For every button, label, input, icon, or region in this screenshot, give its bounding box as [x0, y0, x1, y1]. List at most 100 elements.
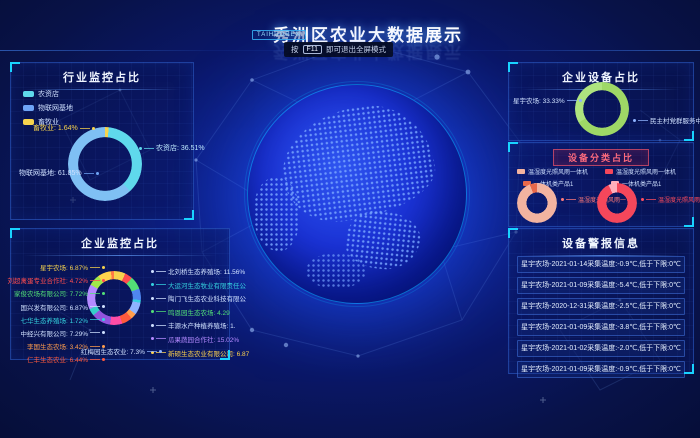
- callout-dot: [102, 318, 105, 321]
- legend-swatch: [605, 169, 613, 174]
- callout-label: 大运河生态牧业有限责任公: [151, 280, 246, 290]
- callout-dot: [102, 358, 105, 361]
- callout-text: 丰源水产种植养殖场: 1.: [168, 320, 236, 330]
- panel-title-box: 设备分类占比: [509, 148, 693, 166]
- legend-swatch: [517, 169, 525, 174]
- callout-label: 农资店: 36.51%: [139, 143, 205, 153]
- callout-text: 物联网基地: 61.85%: [19, 168, 82, 178]
- callout-line: [84, 173, 94, 174]
- callout-line: [90, 359, 100, 360]
- callout-label: 陶门飞生态农业科技有限公: [151, 293, 246, 303]
- callout-text: 红梅园生态农业: 7.3%: [81, 346, 145, 356]
- panel-title: 行业监控占比: [11, 63, 193, 85]
- legend-item[interactable]: 温湿度光照风雨一体机: [517, 167, 588, 176]
- callout-text: 瓜果蔬园合作社: 15.02%: [168, 334, 239, 344]
- callout-label: 家俊农场有限公司: 7.72%: [14, 288, 105, 298]
- callout-dot: [579, 99, 582, 102]
- hint-prefix: 按: [291, 44, 299, 55]
- legend-label: 温湿度光照风雨一体机: [616, 167, 676, 176]
- callout-dot: [102, 331, 105, 334]
- callout-dot: [633, 119, 636, 122]
- callout-dot: [151, 283, 154, 286]
- callout-label: 物联网基地: 61.85%: [19, 168, 99, 178]
- callout-text: 新硕生态农业有限公司: 6.87: [168, 348, 249, 358]
- callout-line: [144, 148, 154, 149]
- callout-dot: [102, 266, 105, 269]
- callout-line: [156, 311, 166, 312]
- panel-equipment-ratio: 企业设备占比 星宇农场: 33.33% 民主村党群服务中心:: [508, 62, 694, 141]
- callout-line: [90, 280, 100, 281]
- callout-text: 七华生态养殖场: 1.72%: [20, 315, 88, 325]
- callout-dot: [102, 305, 105, 308]
- callout-label: 畜牧业: 1.64%: [33, 123, 95, 133]
- callout-label: 星宇农场: 33.33%: [513, 95, 582, 105]
- panel-industry-monitor: 行业监控占比 农资店 物联网基地 畜牧业 畜牧业: 1.64% 农资店: 36.…: [10, 62, 194, 220]
- equipment-donut-chart[interactable]: [575, 82, 629, 136]
- globe-continent-dots: [306, 253, 366, 289]
- legend-swatch: [23, 105, 34, 111]
- callout-text: 温湿度光照风雨: [658, 195, 700, 204]
- callout-text: 鸣恩园生态农场: 4.29: [168, 307, 230, 317]
- callout-text: 大运河生态牧业有限责任公: [168, 280, 246, 290]
- callout-text: 民主村党群服务中心:: [650, 115, 700, 125]
- callout-dot: [102, 279, 105, 282]
- callout-label: 民主村党群服务中心:: [633, 115, 700, 125]
- callout-text: 陶门飞生态农业科技有限公: [168, 293, 246, 303]
- alarm-row[interactable]: 星宇农场-2021-01-09采集温度:-0.9℃,低于下限:0℃: [517, 361, 685, 378]
- callout-label: 北刘桥生态养殖场: 11.56%: [151, 266, 245, 276]
- callout-label: 刘超禽蛋专业合作社: 4.72%: [7, 275, 105, 285]
- industry-donut-chart[interactable]: [68, 127, 142, 201]
- callout-text: 星宇农场: 33.33%: [513, 95, 565, 105]
- alarm-row[interactable]: 星宇农场-2021-01-14采集温度:-0.9℃,低于下限:0℃: [517, 256, 685, 273]
- legend-swatch: [23, 91, 34, 97]
- legend-item[interactable]: 温湿度光照风雨一体机: [605, 167, 676, 176]
- callout-line: [156, 325, 166, 326]
- callout-dot: [151, 324, 154, 327]
- callout-line: [567, 100, 577, 101]
- callout-label: 七华生态养殖场: 1.72%: [20, 315, 105, 325]
- f11-key-badge: F11: [303, 45, 323, 54]
- panel-title: 设备分类占比: [553, 149, 649, 166]
- callout-line: [80, 128, 90, 129]
- callout-label: 中经兴有限公司: 7.29%: [20, 328, 105, 338]
- callout-dot: [641, 198, 644, 201]
- category-left-donut-chart[interactable]: [517, 183, 557, 223]
- alarm-list: 星宇农场-2021-01-14采集温度:-0.9℃,低于下限:0℃ 星宇农场-2…: [517, 256, 685, 378]
- legend-item[interactable]: 物联网基地: [23, 103, 73, 113]
- alarm-row[interactable]: 星宇农场-2021-01-09采集温度:-3.8℃,低于下限:0℃: [517, 319, 685, 336]
- callout-dot: [151, 337, 154, 340]
- dashboard: 秀洲区农业大数据展示 秀洲区农业大数据展示 TAIHUOREN 按 F11 即可…: [0, 0, 700, 438]
- callout-line: [90, 267, 100, 268]
- alarm-row[interactable]: 星宇农场-2020-12-31采集温度:-2.5℃,低于下限:0℃: [517, 298, 685, 315]
- callout-text: 星宇农场: 6.87%: [40, 262, 88, 272]
- enterprise-right-labels: 北刘桥生态养殖场: 11.56% 大运河生态牧业有限责任公 陶门飞生态农业科技有…: [151, 266, 227, 358]
- callout-dot: [151, 270, 154, 273]
- callout-line: [156, 284, 166, 285]
- callout-line: [90, 293, 100, 294]
- globe-continent-dots: [276, 98, 441, 228]
- callout-label: 国兴发有限公司: 6.87%: [20, 302, 105, 312]
- callout-line: [638, 120, 648, 121]
- globe-continent-dots: [254, 177, 300, 251]
- callout-text: 刘超禽蛋专业合作社: 4.72%: [7, 275, 88, 285]
- callout-text: 家俊农场有限公司: 7.72%: [14, 288, 88, 298]
- callout-text: 李国生态农场: 3.42%: [27, 341, 88, 351]
- callout-text: 国兴发有限公司: 6.87%: [20, 302, 88, 312]
- title-underline: [23, 255, 217, 256]
- globe: [247, 84, 467, 304]
- industry-legend: 农资店 物联网基地 畜牧业: [23, 89, 73, 127]
- alarm-row[interactable]: 星宇农场-2021-01-02采集温度:-2.0℃,低于下限:0℃: [517, 340, 685, 357]
- legend-label: 物联网基地: [38, 103, 73, 113]
- callout-dot: [159, 350, 162, 353]
- callout-text: 仁丰生态农业: 6.44%: [27, 354, 88, 364]
- callout-text: 农资店: 36.51%: [156, 143, 205, 153]
- category-right-donut-chart[interactable]: [597, 183, 637, 223]
- alarm-row[interactable]: 星宇农场-2021-01-09采集温度:-5.4℃,低于下限:0℃: [517, 277, 685, 294]
- callout-label: 瓜果蔬园合作社: 15.02%: [151, 334, 239, 344]
- callout-dot: [92, 127, 95, 130]
- callout-line: [90, 306, 100, 307]
- legend-item[interactable]: 农资店: [23, 89, 73, 99]
- callout-text: 畜牧业: 1.64%: [33, 123, 78, 133]
- panel-title: 企业监控占比: [11, 229, 229, 251]
- callout-dot: [96, 172, 99, 175]
